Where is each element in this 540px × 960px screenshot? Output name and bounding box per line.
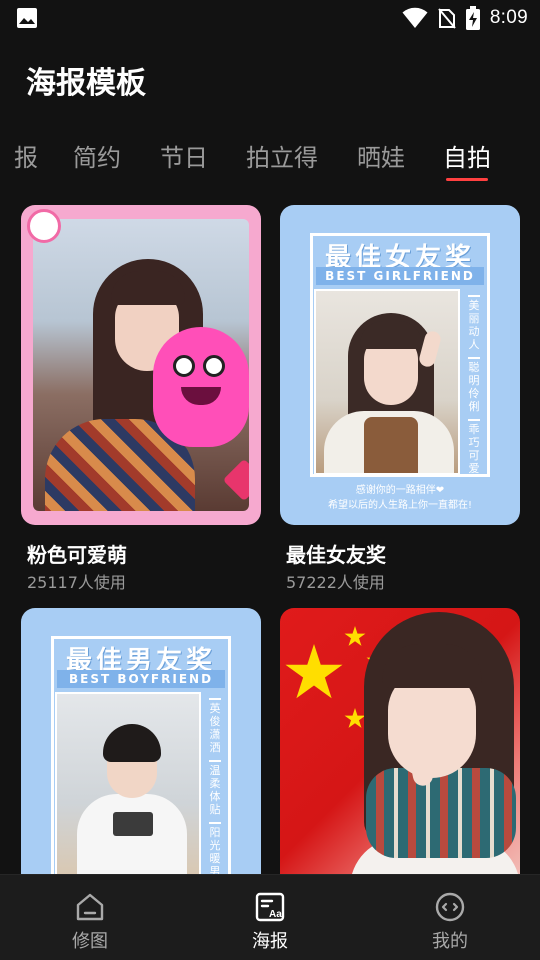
nav-profile-label: 我的 [432,931,468,952]
tab-holiday[interactable]: 节日 [160,138,208,173]
tab-polaroid[interactable]: 拍立得 [246,138,318,173]
tab-selfie[interactable]: 自拍 [443,138,491,173]
poster-subheading: BEST BOYFRIEND [57,670,225,688]
page-title: 海报模板 [26,66,146,101]
poster-icon: Aa [255,892,285,922]
poster-caption: 感谢你的一路相伴❤ [355,485,445,496]
image-icon [17,8,37,28]
template-title: 最佳女友奖 [286,543,386,567]
template-thumbnail[interactable] [21,205,261,525]
wifi-icon [402,7,428,29]
nav-poster-label: 海报 [252,931,288,952]
tab-bao[interactable]: 报 [14,138,38,173]
nav-edit[interactable]: 修图 [0,875,180,960]
status-time: 8:09 [489,7,528,28]
active-tab-indicator [446,178,488,181]
poster-templates-screen: 8:09 海报模板 报 简约 节日 拍立得 晒娃 自拍 粉色可爱萌 25117人… [0,0,540,960]
poster-subheading: BEST GIRLFRIEND [316,267,484,285]
nav-profile[interactable]: 我的 [360,875,540,960]
no-sim-icon [438,8,456,29]
template-usage-count: 57222人使用 [286,573,385,592]
battery-charging-icon [465,6,480,30]
template-thumbnail[interactable]: 最佳女友奖 BEST GIRLFRIEND 美丽动人 聪明伶俐 乖巧可爱 感谢你… [280,205,520,525]
small-star-icon [344,708,366,728]
status-bar: 8:09 [0,0,540,36]
face-icon [435,892,465,922]
large-star-icon [285,644,343,699]
small-star-icon [344,626,366,646]
tab-minimal[interactable]: 简约 [73,138,121,173]
nav-poster[interactable]: Aa 海报 [180,875,360,960]
template-photo [55,692,201,878]
poster-side-labels: 英俊潇洒 温柔体贴 阳光暖男 [205,692,225,878]
home-icon [76,893,104,921]
status-icons: 8:09 [402,5,528,31]
poster-caption: 希望以后的人生路上你一直都在! [327,500,472,511]
category-tabs: 报 简约 节日 拍立得 晒娃 自拍 [0,138,540,188]
template-usage-count: 25117人使用 [27,573,126,592]
monster-sticker [153,327,249,447]
nav-edit-label: 修图 [72,931,108,952]
template-photo [314,289,460,475]
poster-side-labels: 美丽动人 聪明伶俐 乖巧可爱 [464,289,484,475]
paw-sticker [27,209,61,243]
svg-text:Aa: Aa [269,909,282,920]
template-title: 粉色可爱萌 [27,543,127,567]
tab-kids[interactable]: 晒娃 [357,138,405,173]
scarf [366,768,516,858]
bottom-navigation: 修图 Aa 海报 我的 [0,874,540,960]
heart-sticker [222,458,249,502]
template-photo [33,219,249,511]
